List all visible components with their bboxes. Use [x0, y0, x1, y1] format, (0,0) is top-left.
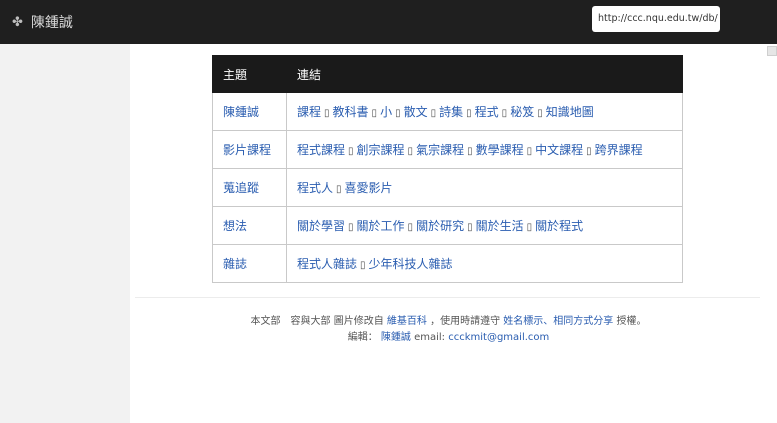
top-bar: ✤ 陳鍾誠 http://ccc.nqu.edu.tw/db/	[0, 0, 777, 44]
links-cell: 關於學習 ▯ 關於工作 ▯ 關於研究 ▯ 關於生活 ▯ 關於程式	[286, 206, 683, 245]
separator: ▯	[501, 108, 508, 119]
content-link[interactable]: 知識地圖	[546, 105, 594, 119]
separator: ▯	[467, 222, 473, 233]
content-link[interactable]: 程式	[475, 105, 499, 119]
topic-cell: 影片課程	[212, 130, 287, 169]
separator: ▯	[371, 108, 378, 119]
table-row: 蒐追蹤 程式人 ▯ 喜愛影片	[212, 168, 683, 207]
scroll-arrow[interactable]	[767, 46, 777, 56]
content-link[interactable]: 程式人	[297, 181, 333, 195]
content-link[interactable]: 少年科技人雜誌	[369, 257, 453, 271]
separator: ▯	[430, 108, 437, 119]
header-topic: 主題	[212, 55, 287, 93]
footer-text: 本文部 容與大部 圖片修改自	[250, 316, 384, 327]
content-link[interactable]: 關於研究	[416, 219, 464, 233]
email-link[interactable]: ccckmit@gmail.com	[448, 332, 549, 343]
separator: ▯	[537, 108, 543, 119]
topic-link[interactable]: 想法	[223, 219, 247, 233]
content-link[interactable]: 小	[380, 105, 392, 119]
email-label: email:	[414, 332, 446, 343]
content-link[interactable]: 散文	[404, 105, 428, 119]
author-link[interactable]: 陳鍾誠	[381, 332, 411, 343]
separator: ▯	[336, 184, 342, 195]
wikipedia-link[interactable]: 維基百科	[387, 316, 427, 327]
content-link[interactable]: 秘笈	[510, 105, 534, 119]
content-link[interactable]: 詩集	[439, 105, 463, 119]
topic-link[interactable]: 雜誌	[223, 257, 247, 271]
footer-line-2: 編輯： 陳鍾誠 email: ccckmit@gmail.com	[130, 330, 767, 346]
content-link[interactable]: 程式人雜誌	[297, 257, 357, 271]
content-link[interactable]: 關於程式	[535, 219, 583, 233]
footer-text: 編輯：	[347, 332, 378, 343]
separator: ▯	[324, 108, 330, 119]
left-sidebar	[0, 44, 130, 423]
footer-text: 授權。	[616, 316, 647, 327]
links-cell: 程式人雜誌 ▯ 少年科技人雜誌	[286, 244, 683, 283]
separator: ▯	[360, 260, 366, 271]
topic-cell: 蒐追蹤	[212, 168, 287, 207]
separator: ▯	[395, 108, 401, 119]
flower-icon: ✤	[12, 14, 23, 30]
content-link[interactable]: 教科書	[333, 105, 369, 119]
content-link[interactable]: 數學課程	[476, 143, 524, 157]
url-field[interactable]: http://ccc.nqu.edu.tw/db/	[592, 6, 720, 32]
footer-line-1: 本文部 容與大部 圖片修改自 維基百科 ，使用時請遵守 姓名標示、相同方式分享 …	[130, 314, 767, 330]
separator: ▯	[348, 146, 354, 157]
table-header-row: 主題 連結	[212, 55, 683, 93]
separator: ▯	[348, 222, 354, 233]
table-row: 想法 關於學習 ▯ 關於工作 ▯ 關於研究 ▯ 關於生活 ▯ 關於程式	[212, 206, 683, 245]
content-link[interactable]: 關於工作	[357, 219, 405, 233]
topic-cell: 想法	[212, 206, 287, 245]
separator: ▯	[526, 146, 533, 157]
links-cell: 程式人 ▯ 喜愛影片	[286, 168, 683, 207]
content-link[interactable]: 關於生活	[476, 219, 524, 233]
table-row: 陳鍾誠 課程 ▯ 教科書 ▯ 小 ▯ 散文 ▯ 詩集 ▯ 程式 ▯ 秘笈 ▯ 知識地圖	[212, 92, 683, 131]
topic-link[interactable]: 蒐追蹤	[223, 181, 259, 195]
divider	[135, 297, 760, 298]
separator: ▯	[586, 146, 592, 157]
separator: ▯	[407, 146, 414, 157]
footer-text: ，使用時請遵守	[430, 316, 501, 327]
content-link[interactable]: 中文課程	[535, 143, 583, 157]
header-links: 連結	[286, 55, 683, 93]
separator: ▯	[466, 108, 472, 119]
content-link[interactable]: 喜愛影片	[345, 181, 393, 195]
table-row: 雜誌 程式人雜誌 ▯ 少年科技人雜誌	[212, 244, 683, 283]
topic-link[interactable]: 陳鍾誠	[223, 105, 259, 119]
separator: ▯	[407, 222, 414, 233]
license-link[interactable]: 姓名標示、相同方式分享	[503, 316, 613, 327]
site-title: 陳鍾誠	[30, 15, 73, 31]
content-link[interactable]: 課程	[297, 105, 321, 119]
footer: 本文部 容與大部 圖片修改自 維基百科 ，使用時請遵守 姓名標示、相同方式分享 …	[130, 314, 767, 346]
topic-cell: 雜誌	[212, 244, 287, 283]
separator: ▯	[467, 146, 473, 157]
links-cell: 課程 ▯ 教科書 ▯ 小 ▯ 散文 ▯ 詩集 ▯ 程式 ▯ 秘笈 ▯ 知識地圖	[286, 92, 683, 131]
links-table: 主題 連結 陳鍾誠 課程 ▯ 教科書 ▯ 小 ▯ 散文 ▯ 詩集 ▯ 程式 ▯ 秘笈 ▯ 知識地圖 影片課程 程式…	[212, 55, 683, 283]
separator: ▯	[526, 222, 533, 233]
links-cell: 程式課程 ▯ 創宗課程 ▯ 氣宗課程 ▯ 數學課程 ▯ 中文課程 ▯ 跨界課程	[286, 130, 683, 169]
content-link[interactable]: 關於學習	[297, 219, 345, 233]
content-link[interactable]: 氣宗課程	[416, 143, 464, 157]
topic-link[interactable]: 影片課程	[223, 143, 271, 157]
content-link[interactable]: 跨界課程	[595, 143, 643, 157]
content-link[interactable]: 程式課程	[297, 143, 345, 157]
topic-cell: 陳鍾誠	[212, 92, 287, 131]
brand[interactable]: ✤ 陳鍾誠	[12, 12, 73, 32]
content-link[interactable]: 創宗課程	[357, 143, 405, 157]
table-row: 影片課程 程式課程 ▯ 創宗課程 ▯ 氣宗課程 ▯ 數學課程 ▯ 中文課程 ▯ 跨界課程	[212, 130, 683, 169]
